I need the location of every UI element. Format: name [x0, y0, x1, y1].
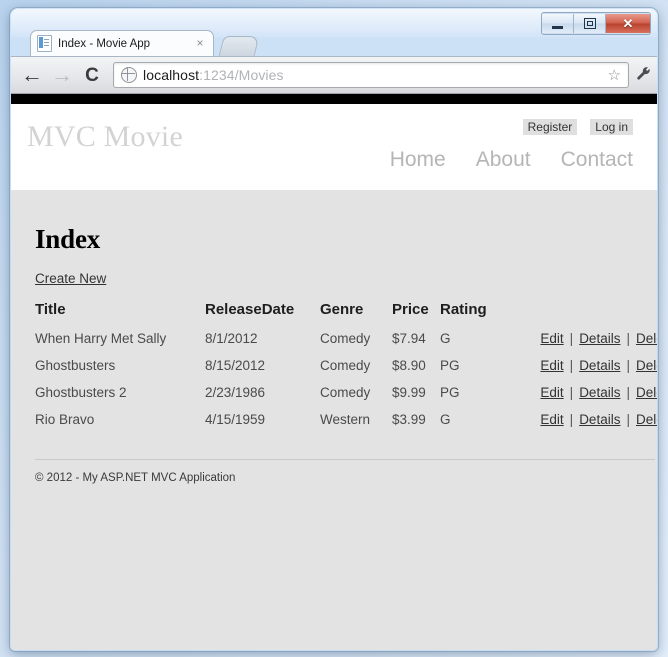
movie-rating: PG	[440, 358, 460, 373]
row-actions: Edit | Details | Delete	[504, 352, 657, 379]
table-row: Ghostbusters 2 2/23/1986 Comedy $9.99 PG Edit…	[35, 379, 657, 406]
column-header-title: Title	[35, 301, 66, 318]
web-page: MVC Movie Register Log in Home About Con…	[11, 94, 657, 650]
action-separator: |	[626, 412, 630, 427]
movie-rating: PG	[440, 385, 460, 400]
reload-icon[interactable]: C	[79, 62, 105, 88]
movie-release-date: 4/15/1959	[205, 412, 266, 427]
globe-icon	[121, 67, 137, 83]
column-header-releasedate: ReleaseDate	[205, 301, 295, 318]
create-new-row: Create New	[27, 255, 641, 286]
column-header-actions	[504, 301, 657, 325]
table-row: When Harry Met Sally 8/1/2012 Comedy $7.94 G…	[35, 325, 657, 352]
action-separator: |	[569, 412, 574, 427]
page-body: Index Create New Title ReleaseDate Genre…	[11, 190, 657, 498]
movie-genre: Comedy	[320, 331, 371, 346]
nav-item-contact[interactable]: Contact	[561, 148, 633, 172]
page-top-black-bar	[11, 94, 657, 104]
register-link[interactable]: Register	[522, 119, 578, 135]
edit-link[interactable]: Edit	[540, 412, 563, 427]
row-actions: Edit | Details | Delete	[504, 406, 657, 433]
minimize-icon	[552, 25, 563, 29]
column-header-price: Price	[392, 301, 429, 318]
action-separator: |	[626, 331, 630, 346]
movie-rating: G	[440, 412, 451, 427]
back-icon[interactable]: ←	[19, 62, 45, 88]
movie-release-date: 8/15/2012	[205, 358, 266, 373]
address-bar[interactable]: localhost:1234/Movies ☆	[113, 62, 629, 88]
delete-link[interactable]: Delete	[636, 412, 657, 427]
account-links: Register Log in	[522, 119, 633, 135]
login-link[interactable]: Log in	[590, 119, 633, 135]
row-actions: Edit | Details | Delete	[504, 325, 657, 352]
edit-link[interactable]: Edit	[540, 385, 563, 400]
url-path: :1234/Movies	[199, 67, 284, 83]
movie-title: Rio Bravo	[35, 412, 95, 427]
movie-price: $7.94	[392, 331, 426, 346]
details-link[interactable]: Details	[579, 385, 620, 400]
wrench-menu-icon[interactable]	[629, 66, 657, 85]
tab-close-icon[interactable]: ×	[193, 36, 207, 51]
delete-link[interactable]: Delete	[636, 358, 657, 373]
movie-genre: Comedy	[320, 358, 371, 373]
page-title: Index	[35, 224, 101, 254]
nav-item-home[interactable]: Home	[390, 148, 446, 172]
action-separator: |	[626, 385, 630, 400]
forward-icon: →	[51, 62, 73, 87]
movie-price: $8.90	[392, 358, 426, 373]
table-row: Ghostbusters 8/15/2012 Comedy $8.90 PG Edit | D…	[35, 352, 657, 379]
page-favicon-icon	[37, 35, 52, 52]
tab-title: Index - Movie App	[58, 37, 151, 50]
browser-window: ✕ Index - Movie App × ← → C localhost:12…	[10, 8, 658, 651]
desktop-background: ✕ Index - Movie App × ← → C localhost:12…	[0, 0, 668, 657]
delete-link[interactable]: Delete	[636, 331, 657, 346]
maximize-icon	[583, 18, 596, 29]
url-host: localhost	[143, 67, 200, 83]
browser-tab[interactable]: Index - Movie App ×	[30, 30, 214, 56]
action-separator: |	[569, 331, 574, 346]
row-actions: Edit | Details | Delete	[504, 379, 657, 406]
delete-link[interactable]: Delete	[636, 385, 657, 400]
column-header-rating: Rating	[440, 301, 487, 318]
browser-toolbar: ← → C localhost:1234/Movies ☆	[11, 56, 657, 94]
footer-copyright: © 2012 - My ASP.NET MVC Application	[35, 472, 236, 484]
edit-link[interactable]: Edit	[540, 331, 563, 346]
tab-strip: Index - Movie App ×	[11, 30, 657, 57]
page-viewport: MVC Movie Register Log in Home About Con…	[11, 94, 657, 650]
main-navigation: Home About Contact	[390, 148, 633, 172]
details-link[interactable]: Details	[579, 412, 620, 427]
movie-rating: G	[440, 331, 451, 346]
details-link[interactable]: Details	[579, 331, 620, 346]
movie-price: $3.99	[392, 412, 426, 427]
movie-title: When Harry Met Sally	[35, 331, 167, 346]
movie-genre: Comedy	[320, 385, 371, 400]
movies-table-body: When Harry Met Sally 8/1/2012 Comedy $7.94 G…	[35, 325, 657, 433]
movie-title: Ghostbusters	[35, 358, 116, 373]
site-header: MVC Movie Register Log in Home About Con…	[11, 104, 657, 190]
create-new-link[interactable]: Create New	[35, 271, 106, 286]
movie-price: $9.99	[392, 385, 426, 400]
nav-item-about[interactable]: About	[476, 148, 531, 172]
movie-release-date: 2/23/1986	[205, 385, 266, 400]
new-tab-button[interactable]	[218, 36, 260, 57]
movie-genre: Western	[320, 412, 371, 427]
column-header-genre: Genre	[320, 301, 364, 318]
table-header-row: Title ReleaseDate Genre Price Rating	[35, 301, 657, 325]
edit-link[interactable]: Edit	[540, 358, 563, 373]
table-row: Rio Bravo 4/15/1959 Western $3.99 G Edit | Deta…	[35, 406, 657, 433]
site-title: MVC Movie	[27, 120, 183, 153]
close-icon: ✕	[622, 16, 634, 31]
movie-release-date: 8/1/2012	[205, 331, 258, 346]
site-footer: © 2012 - My ASP.NET MVC Application	[35, 459, 655, 498]
movie-title: Ghostbusters 2	[35, 385, 127, 400]
action-separator: |	[569, 385, 574, 400]
bookmark-star-icon[interactable]: ☆	[608, 68, 621, 83]
action-separator: |	[626, 358, 630, 373]
url-text: localhost:1234/Movies	[143, 67, 604, 83]
movies-table: Title ReleaseDate Genre Price Rating Whe…	[35, 301, 657, 433]
action-separator: |	[569, 358, 574, 373]
details-link[interactable]: Details	[579, 358, 620, 373]
